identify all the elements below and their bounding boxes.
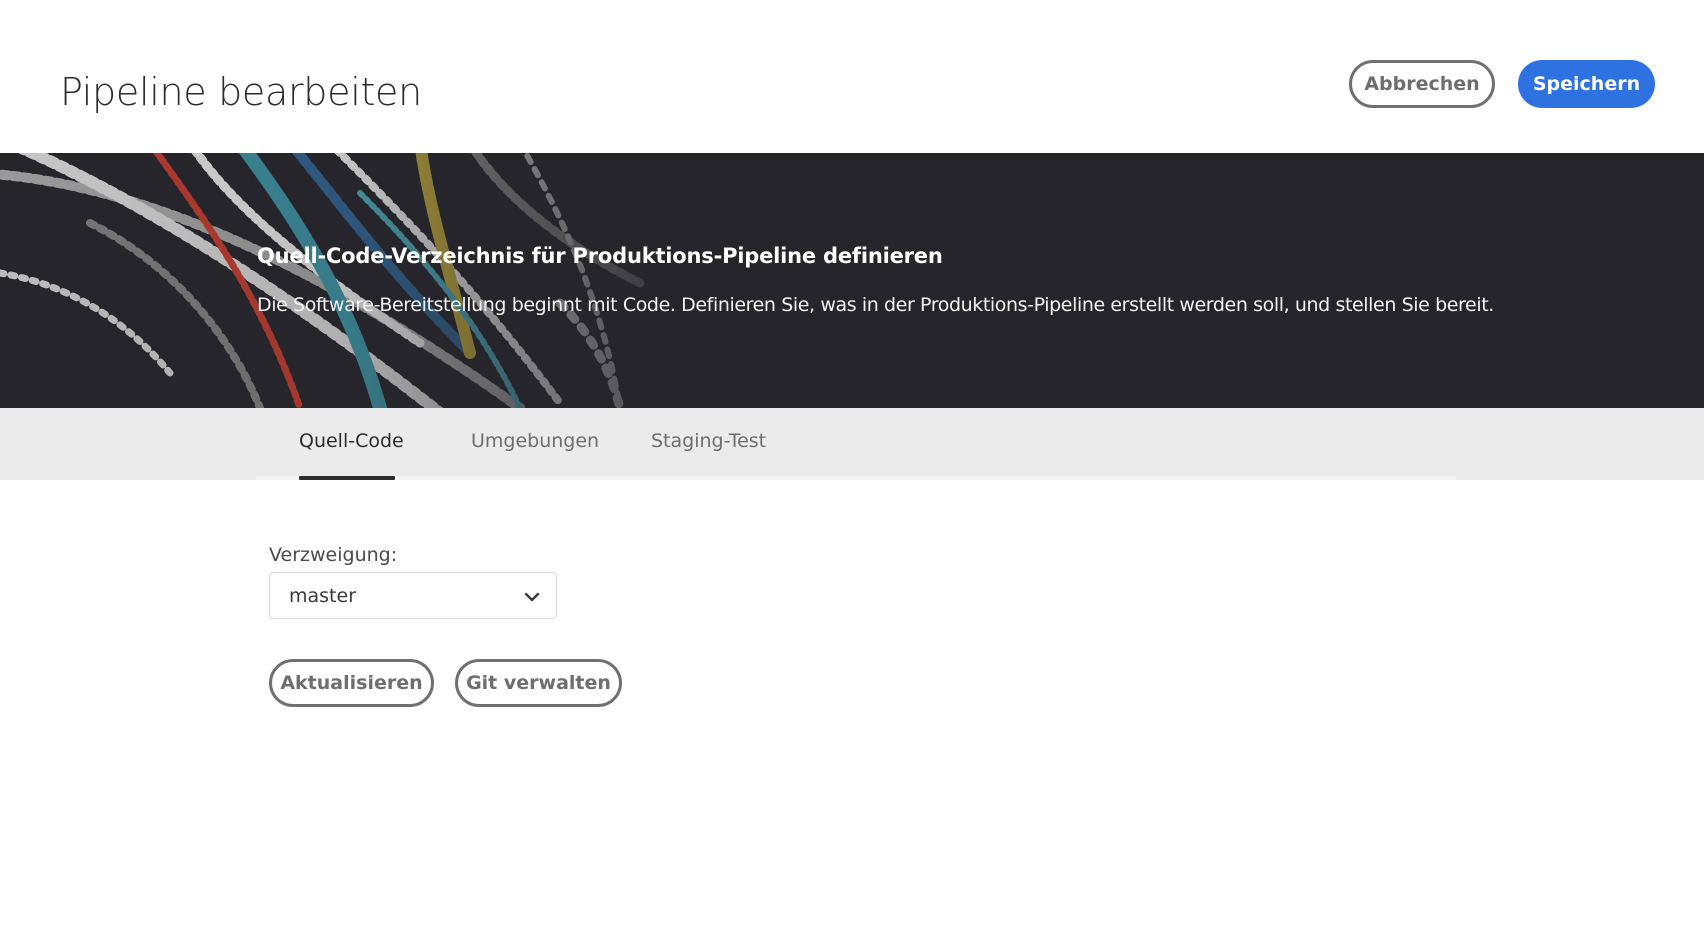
active-tab-indicator xyxy=(299,476,395,480)
branch-label: Verzweigung: xyxy=(269,544,398,566)
hero-heading: Quell-Code-Verzeichnis für Produktions-P… xyxy=(257,244,943,268)
tab-quell-code[interactable]: Quell-Code xyxy=(299,430,404,452)
hero-description: Die Software-Bereitstellung beginnt mit … xyxy=(257,294,1494,316)
chevron-down-icon xyxy=(524,592,540,602)
save-button[interactable]: Speichern xyxy=(1518,60,1655,108)
update-button[interactable]: Aktualisieren xyxy=(269,659,434,707)
pipeline-edit-page: Pipeline bearbeiten Abbrechen Speichern xyxy=(0,0,1704,942)
hero-banner: Quell-Code-Verzeichnis für Produktions-P… xyxy=(0,153,1704,408)
hero-overlay xyxy=(0,153,1704,408)
tab-bar: Quell-Code Umgebungen Staging-Test xyxy=(0,408,1704,480)
page-header: Pipeline bearbeiten Abbrechen Speichern xyxy=(0,0,1704,153)
branch-select[interactable]: master xyxy=(269,572,557,619)
branch-select-value: master xyxy=(289,585,357,607)
page-title: Pipeline bearbeiten xyxy=(60,70,422,114)
tab-staging-test[interactable]: Staging-Test xyxy=(651,430,766,452)
tab-bar-divider xyxy=(256,476,1456,480)
manage-git-button[interactable]: Git verwalten xyxy=(455,659,622,707)
tab-umgebungen[interactable]: Umgebungen xyxy=(471,430,599,452)
cancel-button[interactable]: Abbrechen xyxy=(1349,60,1495,108)
